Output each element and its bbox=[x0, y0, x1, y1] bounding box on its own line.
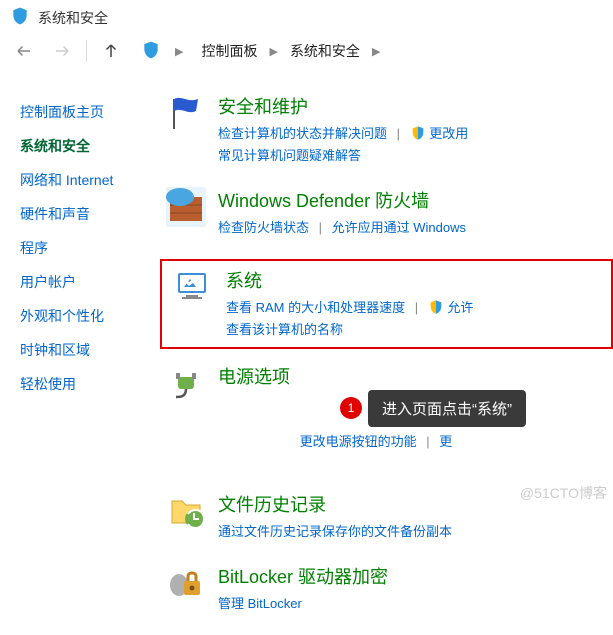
category-title[interactable]: 安全和维护 bbox=[218, 93, 613, 119]
chevron-right-icon: ▶ bbox=[265, 45, 281, 58]
nav-bar: ▶ 控制面板 ▶ 系统和安全 ▶ bbox=[0, 33, 613, 75]
category-title[interactable]: Windows Defender 防火墙 bbox=[218, 187, 613, 213]
window-titlebar: 系统和安全 bbox=[0, 0, 613, 33]
sidebar-item-user-accounts[interactable]: 用户帐户 bbox=[20, 265, 160, 299]
link-view-ram[interactable]: 查看 RAM 的大小和处理器速度 bbox=[226, 300, 405, 315]
annotation-tooltip: 进入页面点击“系统” bbox=[368, 390, 526, 427]
sidebar-item-hardware[interactable]: 硬件和声音 bbox=[20, 197, 160, 231]
system-monitor-icon bbox=[174, 267, 214, 307]
window-title: 系统和安全 bbox=[38, 8, 108, 28]
link-manage-bitlocker[interactable]: 管理 BitLocker bbox=[218, 596, 302, 611]
annotation-row: 1 进入页面点击“系统” bbox=[340, 390, 613, 427]
chevron-right-icon: ▶ bbox=[368, 45, 384, 58]
power-plug-icon bbox=[166, 363, 206, 403]
main-pane: 安全和维护 检查计算机的状态并解决问题 | 更改用 常见计算机问题疑难解答 bbox=[160, 75, 613, 635]
breadcrumb-item-system-security[interactable]: 系统和安全 bbox=[286, 39, 364, 63]
file-history-icon bbox=[166, 491, 206, 531]
link-more[interactable]: 更 bbox=[439, 434, 452, 449]
annotation-step-badge: 1 bbox=[340, 397, 362, 419]
link-view-name[interactable]: 查看该计算机的名称 bbox=[226, 322, 343, 337]
sidebar: 控制面板主页 系统和安全 网络和 Internet 硬件和声音 程序 用户帐户 … bbox=[0, 75, 160, 635]
sidebar-item-home[interactable]: 控制面板主页 bbox=[20, 95, 160, 129]
breadcrumb-item-control-panel[interactable]: 控制面板 bbox=[197, 39, 261, 63]
link-check-firewall[interactable]: 检查防火墙状态 bbox=[218, 220, 309, 235]
annotation-highlight-box: 系统 查看 RAM 的大小和处理器速度 | 允许 查看该计算机的名称 bbox=[160, 259, 613, 349]
watermark: @51CTO博客 bbox=[520, 483, 607, 503]
link-backup[interactable]: 通过文件历史记录保存你的文件备份副本 bbox=[218, 524, 452, 539]
sidebar-item-ease-of-access[interactable]: 轻松使用 bbox=[20, 367, 160, 401]
up-button[interactable] bbox=[97, 37, 125, 65]
uac-shield-icon bbox=[428, 299, 444, 315]
category-bitlocker: BitLocker 驱动器加密 管理 BitLocker bbox=[160, 563, 613, 615]
link-change-uac[interactable]: 更改用 bbox=[429, 126, 468, 141]
sidebar-item-appearance[interactable]: 外观和个性化 bbox=[20, 299, 160, 333]
category-title[interactable]: BitLocker 驱动器加密 bbox=[218, 563, 613, 589]
category-system: 系统 查看 RAM 的大小和处理器速度 | 允许 查看该计算机的名称 bbox=[168, 267, 605, 341]
sidebar-item-programs[interactable]: 程序 bbox=[20, 231, 160, 265]
shield-icon bbox=[141, 40, 161, 63]
flag-icon bbox=[166, 93, 206, 133]
sidebar-item-system-security[interactable]: 系统和安全 bbox=[20, 129, 160, 163]
link-check-status[interactable]: 检查计算机的状态并解决问题 bbox=[218, 126, 387, 141]
back-button[interactable] bbox=[10, 37, 38, 65]
link-power-button[interactable]: 更改电源按钮的功能 bbox=[300, 434, 417, 449]
category-title[interactable]: 电源选项 bbox=[218, 363, 613, 389]
forward-button[interactable] bbox=[48, 37, 76, 65]
link-troubleshoot[interactable]: 常见计算机问题疑难解答 bbox=[218, 148, 361, 163]
category-security-maintenance: 安全和维护 检查计算机的状态并解决问题 | 更改用 常见计算机问题疑难解答 bbox=[160, 93, 613, 167]
link-allow-remote[interactable]: 允许 bbox=[447, 300, 473, 315]
sidebar-item-clock-region[interactable]: 时钟和区域 bbox=[20, 333, 160, 367]
category-power-links: 更改电池设置 更改电源按钮的功能 | 更 bbox=[160, 431, 613, 471]
category-title[interactable]: 系统 bbox=[226, 267, 605, 293]
category-defender: Windows Defender 防火墙 检查防火墙状态 | 允许应用通过 Wi… bbox=[160, 187, 613, 239]
sidebar-item-network[interactable]: 网络和 Internet bbox=[20, 163, 160, 197]
firewall-icon bbox=[166, 187, 206, 227]
breadcrumb: 控制面板 ▶ 系统和安全 ▶ bbox=[197, 39, 384, 63]
link-allow-app[interactable]: 允许应用通过 Windows bbox=[332, 220, 466, 235]
shield-icon bbox=[10, 6, 30, 29]
uac-shield-icon bbox=[410, 125, 426, 141]
chevron-right-icon[interactable]: ▶ bbox=[171, 45, 187, 58]
separator bbox=[86, 40, 87, 62]
bitlocker-lock-icon bbox=[166, 563, 206, 603]
